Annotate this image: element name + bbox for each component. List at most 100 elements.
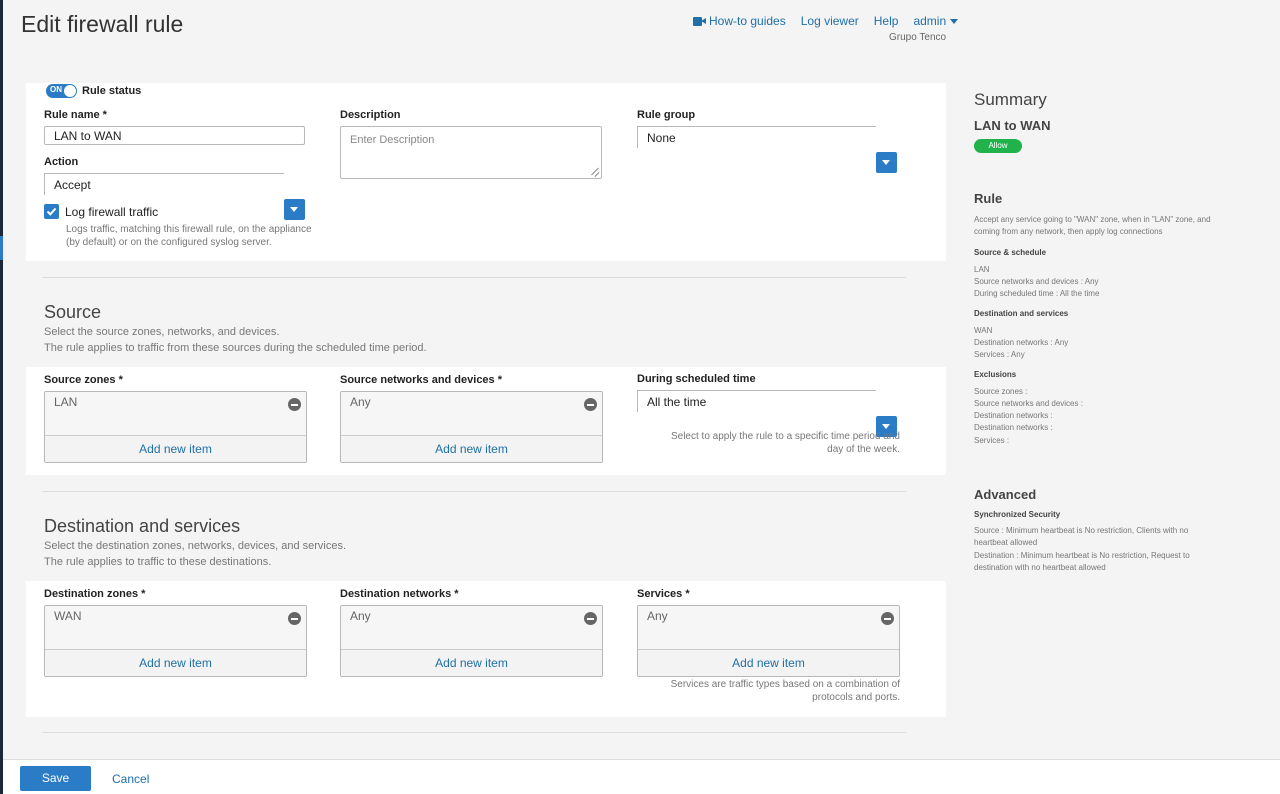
log-traffic-label: Log firewall traffic bbox=[65, 205, 159, 219]
rule-status: ON Rule status bbox=[46, 84, 141, 98]
list-items: WAN bbox=[45, 606, 306, 650]
rule-status-toggle[interactable]: ON bbox=[46, 84, 77, 98]
list-items: LAN bbox=[45, 392, 306, 436]
add-new-item-button[interactable]: Add new item bbox=[638, 649, 899, 676]
rule-name-input[interactable] bbox=[44, 126, 305, 145]
source-networks-label: Source networks and devices * bbox=[340, 374, 503, 386]
cancel-button[interactable]: Cancel bbox=[112, 772, 149, 786]
summary-exclusion-line: Services : bbox=[974, 436, 1010, 445]
remove-icon[interactable] bbox=[288, 612, 301, 625]
status-badge: Allow bbox=[974, 139, 1022, 153]
chevron-down-icon bbox=[950, 18, 959, 24]
destination-desc-2: The rule applies to traffic to these des… bbox=[44, 556, 272, 568]
summary-exclusion-line: Source zones : bbox=[974, 387, 1028, 396]
services-label: Services * bbox=[637, 588, 690, 600]
description-textarea[interactable]: Enter Description bbox=[340, 126, 602, 179]
summary-rule-desc: Accept any service going to "WAN" zone, … bbox=[974, 215, 1211, 236]
destination-title: Destination and services bbox=[44, 516, 241, 536]
summary-destination-line: Services : Any bbox=[974, 350, 1025, 359]
toggle-on-label: ON bbox=[50, 85, 62, 94]
add-new-item-button[interactable]: Add new item bbox=[341, 435, 602, 462]
log-traffic-help: Logs traffic, matching this firewall rul… bbox=[66, 224, 312, 248]
add-new-item-button[interactable]: Add new item bbox=[45, 435, 306, 462]
summary-source-line: During scheduled time : All the time bbox=[974, 289, 1100, 298]
services-help: Services are traffic types based on a co… bbox=[670, 679, 900, 703]
summary-advanced-heading: Advanced bbox=[974, 487, 1037, 502]
footer-bar bbox=[3, 759, 1280, 794]
destination-zones-label: Destination zones * bbox=[44, 588, 146, 600]
resize-grip-icon[interactable] bbox=[589, 166, 600, 177]
help-link[interactable]: Help bbox=[874, 14, 899, 28]
summary-source-line: LAN bbox=[974, 265, 990, 274]
summary-source-heading: Source & schedule bbox=[974, 248, 1047, 257]
source-title: Source bbox=[44, 302, 102, 322]
action-label: Action bbox=[44, 156, 79, 168]
list-items: Any bbox=[341, 392, 602, 436]
admin-label: admin bbox=[913, 14, 947, 28]
summary-rule-heading: Rule bbox=[974, 191, 1003, 206]
summary-exclusion-line: Source networks and devices : bbox=[974, 399, 1083, 408]
rule-group-select[interactable]: None bbox=[637, 126, 876, 148]
divider bbox=[42, 277, 906, 278]
list-item: WAN bbox=[54, 609, 82, 623]
action-dropdown-button[interactable] bbox=[284, 199, 305, 220]
list-items: Any bbox=[341, 606, 602, 650]
list-item: Any bbox=[350, 395, 371, 409]
admin-menu[interactable]: admin bbox=[913, 14, 959, 28]
rule-group-dropdown-button[interactable] bbox=[876, 152, 897, 173]
schedule-label: During scheduled time bbox=[637, 373, 756, 385]
remove-icon[interactable] bbox=[288, 398, 301, 411]
rule-group-label: Rule group bbox=[637, 109, 696, 121]
source-zones-label: Source zones * bbox=[44, 374, 123, 386]
summary-rule-name: LAN to WAN bbox=[974, 118, 1051, 133]
remove-icon[interactable] bbox=[584, 612, 597, 625]
add-new-item-button[interactable]: Add new item bbox=[341, 649, 602, 676]
remove-icon[interactable] bbox=[584, 398, 597, 411]
description-label: Description bbox=[340, 109, 401, 121]
source-desc-2: The rule applies to traffic from these s… bbox=[44, 342, 427, 354]
services-list: Any Add new item bbox=[637, 605, 900, 677]
checkmark-icon bbox=[46, 207, 57, 216]
add-new-item-button[interactable]: Add new item bbox=[45, 649, 306, 676]
remove-icon[interactable] bbox=[881, 612, 894, 625]
org-name: Grupo Tenco bbox=[889, 32, 947, 43]
log-viewer-link[interactable]: Log viewer bbox=[801, 14, 859, 28]
log-traffic-checkbox[interactable] bbox=[44, 204, 59, 219]
destination-networks-list: Any Add new item bbox=[340, 605, 603, 677]
divider bbox=[42, 732, 906, 733]
toggle-knob bbox=[64, 85, 76, 97]
summary-exclusion-line: Destination networks : bbox=[974, 411, 1053, 420]
destination-desc-1: Select the destination zones, networks, … bbox=[44, 540, 347, 552]
summary-exclusions-heading: Exclusions bbox=[974, 370, 1017, 379]
summary-destination-line: Destination networks : Any bbox=[974, 338, 1069, 347]
how-to-guides-link[interactable]: How-to guides bbox=[693, 14, 786, 28]
summary-exclusion-line: Destination networks : bbox=[974, 423, 1053, 432]
action-select[interactable]: Accept bbox=[44, 173, 284, 195]
schedule-select[interactable]: All the time bbox=[637, 390, 876, 412]
list-item: Any bbox=[350, 609, 371, 623]
rule-status-label: Rule status bbox=[82, 85, 142, 97]
divider bbox=[42, 491, 906, 492]
list-item: Any bbox=[647, 609, 668, 623]
top-links: How-to guides Log viewer Help admin bbox=[693, 14, 959, 28]
page-title: Edit firewall rule bbox=[21, 11, 184, 37]
video-camera-icon bbox=[693, 16, 706, 26]
summary-source-line: Source networks and devices : Any bbox=[974, 277, 1099, 286]
rule-name-label: Rule name * bbox=[44, 109, 107, 121]
description-placeholder: Enter Description bbox=[350, 134, 435, 146]
source-desc-1: Select the source zones, networks, and d… bbox=[44, 326, 280, 338]
schedule-help: Select to apply the rule to a specific t… bbox=[670, 431, 900, 455]
list-item: LAN bbox=[54, 395, 78, 409]
destination-networks-label: Destination networks * bbox=[340, 588, 459, 600]
save-button[interactable]: Save bbox=[20, 766, 91, 791]
source-zones-list: LAN Add new item bbox=[44, 391, 307, 463]
source-networks-list: Any Add new item bbox=[340, 391, 603, 463]
summary-sync-destination: Destination : Minimum heartbeat is No re… bbox=[974, 551, 1190, 572]
left-nav-marker bbox=[0, 236, 3, 260]
summary-sync-heading: Synchronized Security bbox=[974, 510, 1061, 519]
how-to-guides-label: How-to guides bbox=[709, 14, 786, 28]
summary-sync-source: Source : Minimum heartbeat is No restric… bbox=[974, 526, 1189, 547]
summary-title: Summary bbox=[974, 90, 1047, 109]
left-nav-edge bbox=[0, 0, 3, 794]
list-items: Any bbox=[638, 606, 899, 650]
